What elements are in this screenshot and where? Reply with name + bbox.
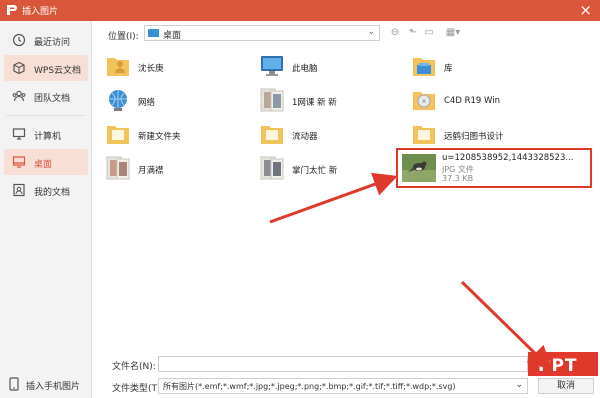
file-name: 1网课 新 新 [292,98,337,108]
file-name: 流动器 [292,132,318,142]
file-item[interactable]: 掌门太忙 新 [258,154,408,186]
wps-logo-icon [7,5,17,15]
file-item[interactable]: 新建文件夹 [104,120,254,152]
file-name: 沈长庚 [138,64,164,74]
file-grid: 沈长庚 此电脑 库 网络 1网课 新 新 C4D R19 Win 新建文件夹 流… [92,46,600,346]
clock-icon [12,33,26,47]
file-item[interactable]: 库 [410,52,560,84]
my-documents-icon [13,183,25,197]
image-folder-icon [260,88,284,112]
insert-phone-image-label: 插入手机图片 [26,382,81,392]
sidebar: 最近访问 WPS云文档 团队文档 计算机 桌面 我的文档 插入手机图片 [0,21,92,398]
file-name: 此电脑 [292,64,318,74]
location-toolbar: 位置(I): 桌面 ⌄ ⊖ ⬑ ▭ ▦▾ [92,22,600,44]
watermark-text: PPT [538,356,578,376]
computer-icon [12,128,26,140]
location-label: 位置(I): [108,32,139,42]
close-icon[interactable]: × [579,1,592,19]
selected-file-name: u=1208538952,1443328523... [442,153,574,163]
file-item[interactable]: 月满襟 [104,154,254,186]
dialog-footer: 文件名(N): 文件类型(T): 所有图片(*.emf;*.wmf;*.jpg;… [92,352,600,398]
sidebar-item-computer[interactable]: 计算机 [4,121,88,147]
sidebar-item-my-docs[interactable]: 我的文档 [4,177,88,203]
sidebar-item-label: 桌面 [34,160,53,170]
cloud-box-icon [13,61,25,75]
sidebar-item-team-docs[interactable]: 团队文档 [4,83,88,109]
cancel-button[interactable]: 取消 [538,378,594,394]
chevron-down-icon: ⌄ [367,27,375,37]
location-value: 桌面 [163,31,182,41]
file-name: 库 [444,64,453,74]
location-select[interactable]: 桌面 ⌄ [144,25,380,41]
sidebar-item-desktop[interactable]: 桌面 [4,149,88,175]
sidebar-item-label: 团队文档 [34,94,71,104]
open-button-watermark[interactable]: PPT [528,352,598,376]
library-icon [413,58,435,76]
filetype-label: 文件类型(T): [112,384,164,394]
user-folder-icon [107,58,129,76]
file-item[interactable]: 沈长庚 [104,52,254,84]
file-item[interactable]: 1网课 新 新 [258,86,408,118]
file-name: 掌门太忙 新 [292,166,338,176]
sidebar-item-label: 我的文档 [34,188,71,198]
image-folder-icon [260,156,284,180]
this-pc-icon [261,56,283,76]
view-menu-icon[interactable]: ▦▾ [442,26,464,40]
file-item[interactable]: 流动器 [258,120,408,152]
insert-phone-image-button[interactable]: 插入手机图片 [6,376,92,392]
desktop-folder-icon [148,29,159,37]
filetype-value: 所有图片(*.emf;*.wmf;*.jpg;*.jpeg;*.png;*.bm… [163,382,456,391]
cd-drive-icon [413,92,435,110]
new-folder-icon[interactable]: ▭ [422,26,436,40]
file-item[interactable]: C4D R19 Win [410,86,560,118]
team-icon [12,90,26,102]
sidebar-item-recent[interactable]: 最近访问 [4,27,88,53]
file-name: 网络 [138,98,156,108]
title-bar: 插入图片 × [0,0,600,21]
selected-file-size: 37.3 KB [442,174,474,183]
sidebar-item-label: 计算机 [34,132,62,142]
file-name: 远鹤归图书设计 [444,132,504,142]
folder-icon [413,126,435,144]
file-item[interactable]: 此电脑 [258,52,408,84]
file-item[interactable]: 网络 [104,86,254,118]
desktop-icon [12,156,26,168]
filename-input[interactable] [158,356,528,372]
folder-icon [107,126,129,144]
bird-photo-thumbnail-icon [402,154,436,182]
selected-file-item[interactable]: u=1208538952,1443328523... JPG 文件 37.3 K… [396,148,592,188]
back-icon[interactable]: ⊖ [388,26,402,40]
file-name: 新建文件夹 [138,132,181,142]
image-folder-icon [106,156,130,180]
file-name: 月满襟 [138,166,164,176]
filename-label: 文件名(N): [112,362,156,372]
sidebar-item-label: WPS云文档 [34,66,82,76]
sidebar-item-wps-cloud[interactable]: WPS云文档 [4,55,88,81]
sidebar-divider [6,115,86,116]
chevron-down-icon: ⌄ [515,380,523,390]
dialog-title: 插入图片 [22,7,59,17]
phone-icon [9,377,19,391]
file-name: C4D R19 Win [444,96,500,106]
up-folder-icon[interactable]: ⬑ [406,26,420,40]
folder-icon [261,126,283,144]
sidebar-item-label: 最近访问 [34,38,71,48]
filetype-select[interactable]: 所有图片(*.emf;*.wmf;*.jpg;*.jpeg;*.png;*.bm… [158,378,528,394]
network-icon [109,90,127,111]
